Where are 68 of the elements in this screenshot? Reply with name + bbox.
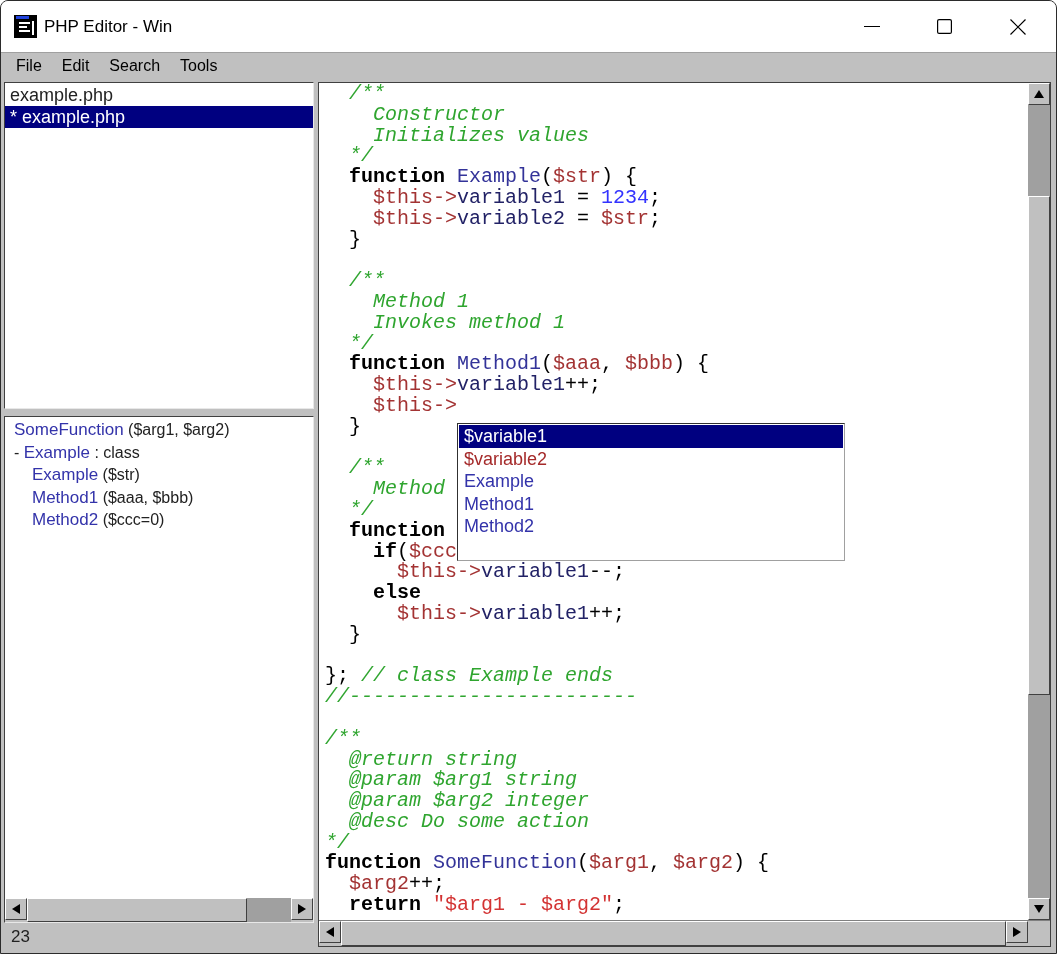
code-line: else [372, 583, 421, 604]
scrollbar-thumb[interactable] [27, 898, 247, 922]
code-line: } [348, 229, 361, 251]
code-line: function Example($str) { [348, 167, 638, 188]
code-line: */ [325, 832, 349, 854]
code-line: @desc Do some action [348, 811, 590, 833]
triangle-up-icon [1034, 90, 1044, 98]
code-line: $this-> [372, 395, 458, 417]
triangle-right-icon [1013, 927, 1021, 937]
close-icon [1010, 18, 1026, 35]
menu-item[interactable]: Search [99, 56, 171, 76]
scroll-left-button[interactable] [5, 898, 27, 920]
code-line: @return string [348, 749, 518, 771]
code-line: function [348, 520, 446, 542]
triangle-left-icon [326, 927, 334, 937]
scrollbar-thumb[interactable] [341, 921, 1006, 946]
code-line: Constructor [372, 104, 506, 126]
maximize-icon [936, 19, 952, 34]
scrollbar-thumb[interactable] [1028, 196, 1050, 695]
scroll-right-button[interactable] [291, 898, 313, 920]
code-line: $this->variable1--; [397, 562, 626, 584]
code-line: function Method1($aaa, $bbb) { [348, 354, 710, 376]
menu-item[interactable]: File [6, 56, 52, 76]
code-line: */ [348, 499, 373, 521]
code-line: /** [348, 271, 385, 292]
outline-item[interactable]: Method1 ($aaa, $bbb) [9, 486, 313, 509]
code-line: $this->variable1++; [372, 375, 602, 396]
code-line: } [348, 624, 361, 646]
status-text: 23 [11, 926, 30, 949]
scroll-left-button[interactable] [319, 921, 341, 943]
menu-item[interactable]: Tools [170, 56, 228, 76]
file-list-item[interactable]: * example.php [5, 106, 313, 128]
outline-item[interactable]: Method2 ($ccc=0) [9, 509, 313, 532]
outline-item[interactable]: - Example : class [9, 441, 313, 464]
code-line: $arg2++; [348, 874, 446, 896]
code-line: @param $arg1 string [348, 770, 578, 792]
code-line: $this->variable1++; [396, 603, 626, 625]
outline-item[interactable]: Example ($str) [9, 464, 313, 487]
scroll-right-button[interactable] [1006, 921, 1028, 943]
code-line: Initializes values [373, 125, 590, 147]
code-line: $this->variable1 = 1234; [372, 188, 662, 209]
code-line: function SomeFunction($arg1, $arg2) { [325, 853, 770, 875]
triangle-left-icon [12, 904, 20, 914]
code-line: Method 1 [372, 291, 470, 313]
autocomplete-item[interactable]: $variable1 [459, 425, 843, 448]
code-line: @param $arg2 integer [348, 791, 590, 812]
triangle-down-icon [1034, 905, 1044, 913]
code-line: }; // class Example ends [325, 666, 614, 688]
minimize-icon [864, 26, 880, 27]
triangle-right-icon [298, 904, 306, 914]
app-icon [14, 15, 37, 38]
code-line: */ [348, 146, 373, 168]
window-title: PHP Editor - Win [44, 15, 173, 38]
code-line: */ [348, 333, 373, 355]
code-line: /** [325, 728, 361, 750]
code-line: return "$arg1 - $arg2"; [348, 895, 626, 916]
code-line: if($ccc [372, 541, 458, 563]
outline-item[interactable]: SomeFunction ($arg1, $arg2) [9, 419, 313, 442]
code-line: Method [373, 479, 446, 500]
code-line: /** [348, 84, 385, 105]
menu-item[interactable]: Edit [51, 56, 100, 76]
scroll-down-button[interactable] [1028, 898, 1050, 920]
code-line: } [348, 416, 361, 438]
code-line: Invokes method 1 [372, 312, 566, 334]
code-line: $this->variable2 = $str; [372, 208, 662, 230]
code-line: //------------------------ [325, 687, 638, 708]
code-line: /** [348, 458, 385, 480]
scroll-up-button[interactable] [1028, 83, 1050, 105]
